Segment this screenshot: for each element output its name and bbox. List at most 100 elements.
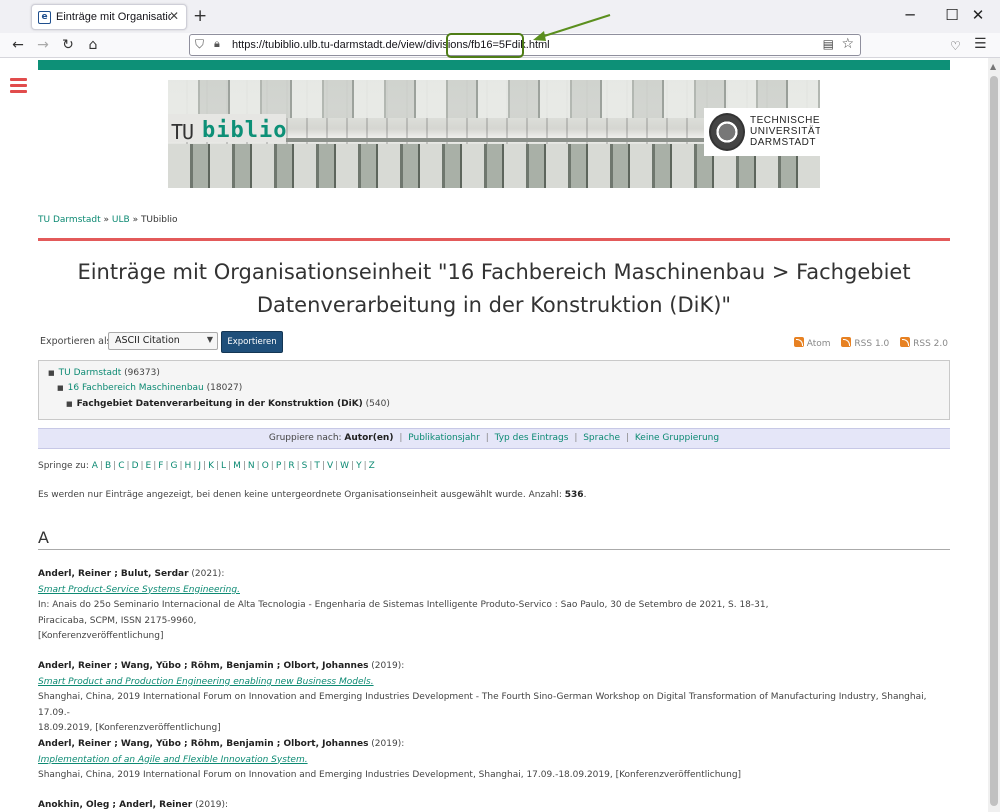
forward-arrow-icon[interactable]: →: [33, 35, 53, 55]
jumpto-separator: |: [140, 461, 144, 471]
entry-details: In: Anais do 25o Seminario Internacional…: [38, 600, 769, 610]
jumpto-letter-b[interactable]: B: [105, 461, 111, 471]
tud-line1: TECHNISCHE: [750, 115, 820, 126]
entry-year: (2019):: [368, 739, 405, 749]
export-button[interactable]: Exportieren: [221, 331, 283, 353]
entry-title-link[interactable]: Smart Product-Service Systems Engineerin…: [38, 585, 240, 595]
jump-to-letters: Springe zu: A | B | C | D | E | F | G | H | J | K | L | M | N | O |…: [38, 461, 375, 471]
tree-link-fb16[interactable]: 16 Fachbereich Maschinenbau: [68, 383, 204, 393]
tree-link-tu-darmstadt[interactable]: TU Darmstadt: [59, 368, 122, 378]
tree-current-division: Fachgebiet Datenverarbeitung in der Kons…: [76, 399, 363, 409]
breadcrumb-tu-darmstadt[interactable]: TU Darmstadt: [38, 215, 101, 225]
list-item: Anokhin, Oleg ; Anderl, Reiner (2019):: [38, 798, 950, 812]
bookmark-star-icon[interactable]: ☆: [841, 36, 854, 52]
scrollbar-thumb[interactable]: [990, 76, 998, 806]
tud-line2: UNIVERSITÄT: [750, 126, 820, 137]
jumpto-letter-y[interactable]: Y: [356, 461, 362, 471]
breadcrumb-tubiblio: TUbiblio: [140, 215, 178, 225]
jumpto-letter-m[interactable]: M: [233, 461, 241, 471]
notice-text: Es werden nur Einträge angezeigt, bei de…: [38, 490, 565, 500]
home-icon[interactable]: ⌂: [83, 35, 103, 55]
header-accent-bar: [38, 60, 950, 70]
entry-title-link[interactable]: Implementation of an Agile and Flexible …: [38, 755, 308, 765]
jumpto-letter-p[interactable]: P: [276, 461, 281, 471]
jumpto-letter-v[interactable]: V: [327, 461, 333, 471]
export-label: Exportieren als: [40, 336, 112, 347]
jumpto-separator: |: [242, 461, 246, 471]
reload-icon[interactable]: ↻: [58, 35, 78, 55]
vertical-scrollbar[interactable]: ▲: [988, 58, 1000, 812]
group-by-language-link[interactable]: Sprache: [583, 433, 620, 443]
jumpto-letter-g[interactable]: G: [171, 461, 178, 471]
feed-links: Atom RSS 1.0 RSS 2.0: [786, 337, 948, 349]
entry-authors[interactable]: Anokhin, Oleg ; Anderl, Reiner: [38, 800, 192, 810]
bullet-icon: ■: [57, 384, 64, 392]
jumpto-separator: |: [113, 461, 117, 471]
jumpto-letter-t[interactable]: T: [314, 461, 320, 471]
lock-icon[interactable]: 🔒︎: [214, 37, 220, 51]
jumpto-letter-o[interactable]: O: [262, 461, 269, 471]
rss1-link[interactable]: RSS 1.0: [854, 339, 889, 349]
jumpto-separator: |: [351, 461, 355, 471]
rss2-feed-icon[interactable]: [900, 337, 911, 347]
breadcrumb-sep: »: [100, 215, 112, 225]
entry-authors[interactable]: Anderl, Reiner ; Bulut, Serdar: [38, 569, 189, 579]
tree-count: (18027): [203, 383, 243, 393]
no-grouping-link[interactable]: Keine Gruppierung: [635, 433, 719, 443]
entry-authors[interactable]: Anderl, Reiner ; Wang, Yübo ; Röhm, Benj…: [38, 661, 368, 671]
jumpto-letter-f[interactable]: F: [158, 461, 163, 471]
tud-line3: DARMSTADT: [750, 137, 816, 148]
window-close-button[interactable]: ✕: [956, 4, 1000, 26]
rss1-feed-icon[interactable]: [841, 337, 852, 347]
rss2-link[interactable]: RSS 2.0: [913, 339, 948, 349]
jumpto-letter-r[interactable]: R: [288, 461, 294, 471]
jumpto-letter-c[interactable]: C: [118, 461, 124, 471]
page-title: Einträge mit Organisationseinheit "16 Fa…: [77, 260, 911, 317]
browser-tab[interactable]: e Einträge mit Organisationseinheit ✕: [31, 4, 187, 30]
export-format-select[interactable]: ASCII Citation ▼: [108, 332, 218, 350]
jumpto-letter-l[interactable]: L: [221, 461, 226, 471]
tubiblio-logo-biblio: biblio: [202, 118, 288, 143]
tab-close-icon[interactable]: ✕: [169, 9, 179, 23]
entry-title-link[interactable]: Smart Product and Production Engineering…: [38, 677, 374, 687]
tree-item-level3: ■ Fachgebiet Datenverarbeitung in der Kon…: [66, 399, 390, 409]
back-arrow-icon[interactable]: ←: [8, 35, 28, 55]
entry-count: 536: [564, 490, 584, 500]
reader-view-icon[interactable]: ▤: [823, 37, 834, 51]
jumpto-letter-e[interactable]: E: [146, 461, 152, 471]
list-item: Anderl, Reiner ; Wang, Yübo ; Röhm, Benj…: [38, 737, 950, 784]
entry-year: (2019):: [368, 661, 405, 671]
pocket-icon[interactable]: ♡: [950, 39, 961, 53]
jumpto-separator: |: [256, 461, 260, 471]
jumpto-letter-a[interactable]: A: [92, 461, 98, 471]
window-minimize-button[interactable]: ─: [888, 4, 932, 26]
entry-year: (2019):: [192, 800, 229, 810]
jumpto-separator: |: [228, 461, 232, 471]
group-by-year-link[interactable]: Publikationsjahr: [408, 433, 480, 443]
scroll-up-icon[interactable]: ▲: [990, 62, 996, 71]
atom-link[interactable]: Atom: [807, 339, 831, 349]
breadcrumb-ulb[interactable]: ULB: [112, 215, 130, 225]
tud-logo-text: TECHNISCHE UNIVERSITÄT DARMSTADT: [750, 115, 820, 148]
breadcrumb: TU Darmstadt » ULB » TUbiblio: [38, 215, 177, 225]
jumpto-letter-j[interactable]: J: [198, 461, 201, 471]
jumpto-letter-w[interactable]: W: [340, 461, 349, 471]
jumpto-letter-n[interactable]: N: [248, 461, 255, 471]
jumpto-letter-k[interactable]: K: [208, 461, 214, 471]
atom-feed-icon[interactable]: [793, 337, 804, 347]
jumpto-letter-z[interactable]: Z: [369, 461, 375, 471]
site-favicon-icon: e: [38, 11, 51, 24]
entry-authors[interactable]: Anderl, Reiner ; Wang, Yübo ; Röhm, Benj…: [38, 739, 368, 749]
tracking-shield-icon[interactable]: ⛉: [195, 37, 204, 52]
browser-menu-icon[interactable]: ☰: [974, 36, 987, 52]
page-menu-icon[interactable]: [10, 78, 27, 96]
tree-count: (96373): [121, 368, 160, 378]
jumpto-separator: |: [153, 461, 157, 471]
group-by-type-link[interactable]: Typ des Eintrags: [495, 433, 569, 443]
address-bar[interactable]: ⛉ 🔒︎ https://tubiblio.ulb.tu-darmstadt.d…: [189, 34, 861, 56]
new-tab-button[interactable]: +: [193, 6, 207, 26]
jumpto-letter-s[interactable]: S: [302, 461, 308, 471]
jumpto-letter-d[interactable]: D: [132, 461, 139, 471]
jumpto-letter-h[interactable]: H: [185, 461, 192, 471]
jumpto-separator: |: [179, 461, 183, 471]
